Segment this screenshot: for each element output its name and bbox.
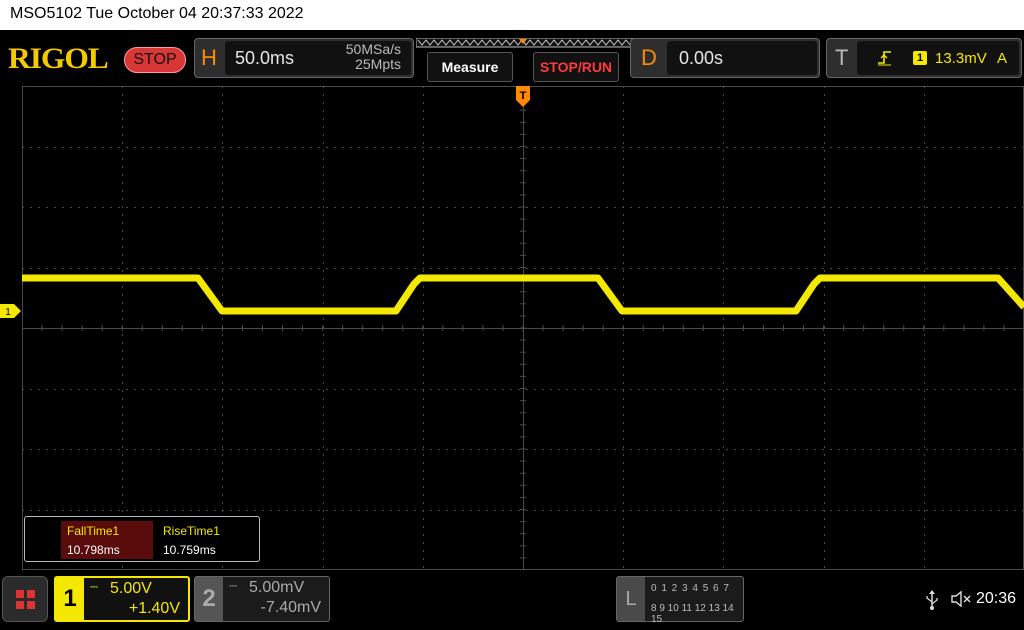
waveform-display xyxy=(22,86,1024,570)
run-state-badge: STOP xyxy=(124,47,186,73)
measurement-label: FallTime1 xyxy=(67,524,120,538)
measure-button[interactable]: Measure xyxy=(427,52,513,82)
speaker-muted-icon[interactable] xyxy=(950,590,972,608)
usb-icon[interactable] xyxy=(925,590,939,610)
bottom-bar: 1 ⎓ 5.00V +1.40V 2 ⎓ 5.00mV -7.40mV L 0 … xyxy=(0,570,1024,630)
measurement-panel[interactable]: FallTime1 10.798ms RiseTime1 10.759ms xyxy=(24,516,260,562)
logic-channels-row2: 8 9 10 11 12 13 14 15 xyxy=(651,603,734,625)
measurement-value: 10.759ms xyxy=(163,543,216,557)
stop-run-button[interactable]: STOP/RUN xyxy=(533,52,619,82)
channel2-scale: 5.00mV xyxy=(249,579,305,596)
waveform-grid[interactable] xyxy=(22,86,1024,570)
sample-info: 50MSa/s 25Mpts xyxy=(346,42,401,72)
channel1-marker-label: 1 xyxy=(5,307,11,318)
timebase-value: 50.0ms xyxy=(235,48,295,68)
delay-value: 0.00s xyxy=(679,48,724,68)
delay-letter: D xyxy=(641,45,657,70)
logic-analyzer-panel[interactable]: L 0 1 2 3 4 5 6 7 8 9 10 11 12 13 14 15 xyxy=(616,576,744,625)
channel1-scale: 5.00V xyxy=(110,580,152,597)
trigger-source-badge: 1 xyxy=(913,51,927,65)
measurement-item[interactable]: RiseTime1 10.759ms xyxy=(157,521,249,559)
menu-grid-icon xyxy=(16,590,24,598)
measurement-label: RiseTime1 xyxy=(163,524,220,538)
horizontal-letter: H xyxy=(201,45,217,70)
channel1-offset-marker[interactable]: 1 xyxy=(0,304,22,318)
trigger-letter: T xyxy=(835,45,849,70)
sample-rate: 50MSa/s xyxy=(345,41,401,57)
main-menu-button[interactable] xyxy=(2,576,48,622)
title-bar: MSO5102 Tue October 04 20:37:33 2022 xyxy=(0,0,1024,30)
memory-depth: 25Mpts xyxy=(355,56,401,72)
trigger-level: 13.3mV xyxy=(935,50,987,67)
channel1-panel[interactable]: 1 ⎓ 5.00V +1.40V xyxy=(54,576,190,622)
rigol-logo: RIGOL xyxy=(8,42,109,75)
trigger-panel[interactable]: T 1 13.3mV A xyxy=(826,38,1022,78)
logic-letter: L xyxy=(617,577,645,621)
dc-coupling-icon: ⎓ xyxy=(229,581,237,592)
horizontal-panel[interactable]: H 50.0ms 50MSa/s 25Mpts xyxy=(194,38,414,78)
title-text: MSO5102 Tue October 04 20:37:33 2022 xyxy=(10,5,304,22)
channel2-offset: -7.40mV xyxy=(260,599,321,616)
delay-panel[interactable]: D 0.00s xyxy=(630,38,820,78)
status-clock: 20:36 xyxy=(976,590,1017,607)
trigger-mode: A xyxy=(996,50,1007,67)
channel2-number: 2 xyxy=(195,577,223,621)
memory-position-graphic xyxy=(416,38,634,48)
dc-coupling-icon: ⎓ xyxy=(90,582,98,593)
channel1-number: 1 xyxy=(56,578,84,620)
measurement-value: 10.798ms xyxy=(67,543,120,557)
channel1-offset: +1.40V xyxy=(128,600,180,617)
measurement-item[interactable]: FallTime1 10.798ms xyxy=(61,521,153,559)
trigger-position-icon[interactable]: T xyxy=(516,86,530,108)
svg-text:T: T xyxy=(520,90,527,102)
rising-edge-icon xyxy=(878,51,891,66)
channel2-panel[interactable]: 2 ⎓ 5.00mV -7.40mV xyxy=(194,576,330,622)
logic-channels-row1: 0 1 2 3 4 5 6 7 xyxy=(651,583,730,594)
memory-position-bar[interactable] xyxy=(416,38,634,48)
